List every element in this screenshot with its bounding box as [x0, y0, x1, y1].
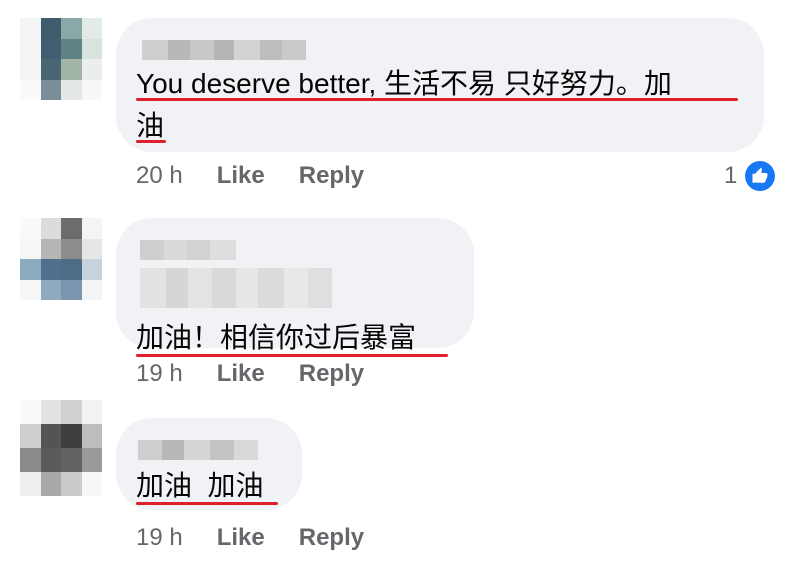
- timestamp[interactable]: 19 h: [136, 360, 183, 388]
- author-name[interactable]: [138, 440, 258, 460]
- reaction-summary[interactable]: 1: [724, 160, 776, 192]
- author-name[interactable]: [140, 240, 236, 260]
- like-button[interactable]: Like: [217, 524, 265, 552]
- comment-meta: 20 h Like Reply: [136, 160, 364, 192]
- comment-3: 加油 加油 19 h Like Reply: [0, 400, 800, 563]
- highlight-underline: [136, 140, 166, 143]
- like-button[interactable]: Like: [217, 360, 265, 388]
- comment-text: 加油！相信你过后暴富: [136, 322, 417, 353]
- timestamp[interactable]: 20 h: [136, 162, 183, 190]
- comment-bubble: 加油 加油: [116, 418, 302, 510]
- like-thumb-icon: [745, 161, 776, 191]
- avatar[interactable]: [20, 218, 102, 300]
- reply-button[interactable]: Reply: [299, 360, 364, 388]
- comment-1: You deserve better, 生活不易 只好努力。加 油 20 h L…: [0, 0, 800, 200]
- comment-meta: 19 h Like Reply: [136, 522, 364, 554]
- highlight-underline: [136, 502, 278, 505]
- comment-bubble: You deserve better, 生活不易 只好努力。加 油: [116, 18, 764, 152]
- avatar[interactable]: [20, 400, 102, 496]
- like-button[interactable]: Like: [217, 162, 265, 190]
- reply-button[interactable]: Reply: [299, 162, 364, 190]
- comment-meta: 19 h Like Reply: [136, 358, 364, 390]
- highlight-underline: [136, 98, 738, 101]
- author-name[interactable]: [142, 40, 306, 60]
- author-subtitle: [140, 268, 332, 308]
- reaction-count: 1: [724, 162, 738, 189]
- avatar[interactable]: [20, 18, 102, 100]
- timestamp[interactable]: 19 h: [136, 524, 183, 552]
- highlight-underline: [136, 354, 448, 357]
- comment-2: 加油！相信你过后暴富 19 h Like Reply: [0, 200, 800, 400]
- reply-button[interactable]: Reply: [299, 524, 364, 552]
- comment-bubble: 加油！相信你过后暴富: [116, 218, 474, 357]
- comment-text: 加油 加油: [136, 470, 264, 501]
